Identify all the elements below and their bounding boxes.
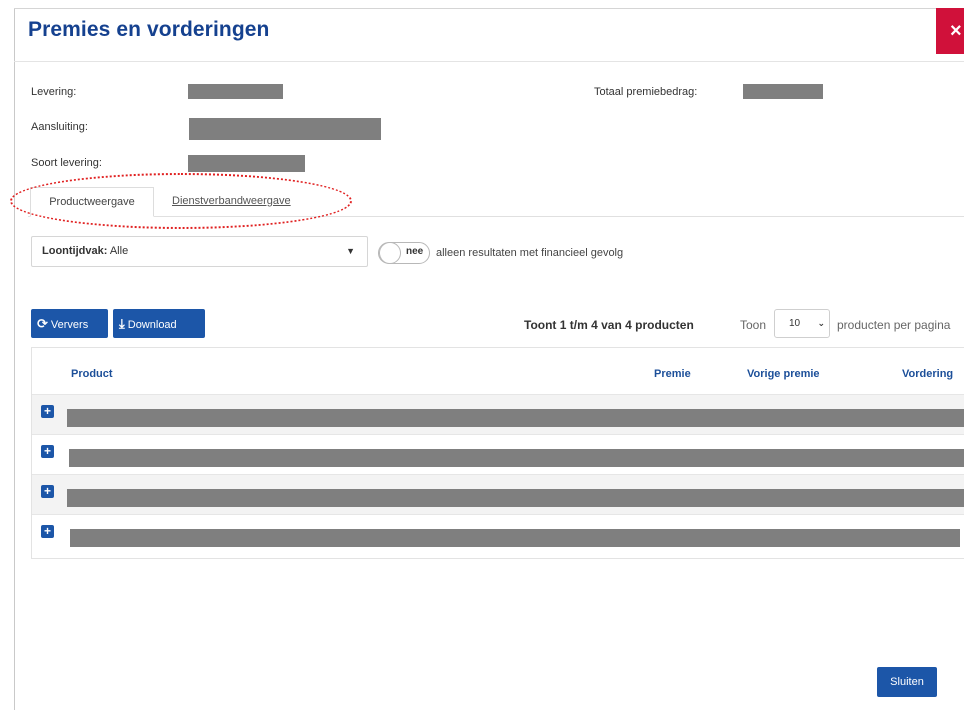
plus-icon[interactable]: + bbox=[41, 405, 54, 418]
tabs-divider bbox=[28, 216, 964, 217]
header-divider bbox=[14, 61, 964, 62]
product-value-redacted bbox=[69, 449, 964, 467]
modal-dialog: Premies en vorderingen × Levering: Totaa… bbox=[0, 0, 964, 710]
toggle-state: nee bbox=[406, 246, 424, 257]
download-button[interactable]: ⤓ Download bbox=[113, 309, 205, 338]
totaal-premiebedrag-label: Totaal premiebedrag: bbox=[594, 86, 698, 98]
tab-productweergave[interactable]: Productweergave bbox=[30, 187, 154, 217]
product-value-redacted bbox=[67, 489, 964, 507]
modal-title: Premies en vorderingen bbox=[28, 18, 270, 41]
table-row[interactable]: + bbox=[32, 514, 964, 554]
table-row[interactable]: + bbox=[32, 394, 964, 434]
plus-icon[interactable]: + bbox=[41, 485, 54, 498]
refresh-label: Ververs bbox=[50, 319, 89, 331]
modal-top-border bbox=[14, 8, 964, 9]
column-header-product[interactable]: Product bbox=[71, 368, 113, 380]
per-page-label: producten per pagina bbox=[837, 318, 951, 332]
column-header-vorige-premie[interactable]: Vorige premie bbox=[747, 368, 820, 380]
modal-left-border bbox=[14, 8, 15, 710]
toggle-description: alleen resultaten met financieel gevolg bbox=[436, 247, 624, 259]
soort-levering-value-redacted bbox=[188, 155, 305, 172]
result-count: Toont 1 t/m 4 van 4 producten bbox=[524, 318, 694, 332]
totaal-premiebedrag-value-redacted bbox=[743, 84, 823, 99]
caret-down-icon: ▼ bbox=[346, 246, 355, 256]
refresh-icon: ⟳ bbox=[37, 316, 48, 331]
product-value-redacted bbox=[67, 409, 964, 427]
close-button[interactable]: × bbox=[936, 8, 964, 54]
aansluiting-label: Aansluiting: bbox=[31, 121, 88, 133]
download-icon: ⤓ bbox=[119, 316, 125, 331]
levering-label: Levering: bbox=[31, 86, 77, 98]
product-value-redacted bbox=[70, 529, 960, 547]
show-label: Toon bbox=[740, 318, 767, 332]
sluiten-button[interactable]: Sluiten bbox=[877, 667, 937, 697]
financieel-gevolg-toggle[interactable]: nee bbox=[378, 242, 430, 264]
tab-dienstverbandweergave[interactable]: Dienstverbandweergave bbox=[172, 195, 291, 207]
levering-value-redacted bbox=[188, 84, 283, 99]
table-row[interactable]: + bbox=[32, 434, 964, 474]
refresh-button[interactable]: ⟳ Ververs bbox=[31, 309, 108, 338]
page-size-select[interactable]: 10 ⌄ bbox=[774, 309, 830, 338]
aansluiting-value-redacted bbox=[189, 118, 381, 140]
close-icon: × bbox=[950, 20, 962, 42]
chevron-down-icon: ⌄ bbox=[817, 318, 825, 328]
soort-levering-label: Soort levering: bbox=[31, 157, 102, 169]
plus-icon[interactable]: + bbox=[41, 445, 54, 458]
toggle-knob bbox=[379, 242, 401, 264]
table-row[interactable]: + bbox=[32, 474, 964, 514]
column-header-premie[interactable]: Premie bbox=[654, 368, 691, 380]
column-header-vordering[interactable]: Vordering bbox=[902, 368, 953, 380]
page-size-value: 10 bbox=[789, 318, 801, 329]
download-label: Download bbox=[127, 319, 177, 331]
loontijdvak-label: Loontijdvak: bbox=[42, 245, 108, 257]
plus-icon[interactable]: + bbox=[41, 525, 54, 538]
loontijdvak-select[interactable]: Loontijdvak: Alle ▼ bbox=[31, 236, 368, 267]
loontijdvak-value: Alle bbox=[109, 245, 129, 257]
